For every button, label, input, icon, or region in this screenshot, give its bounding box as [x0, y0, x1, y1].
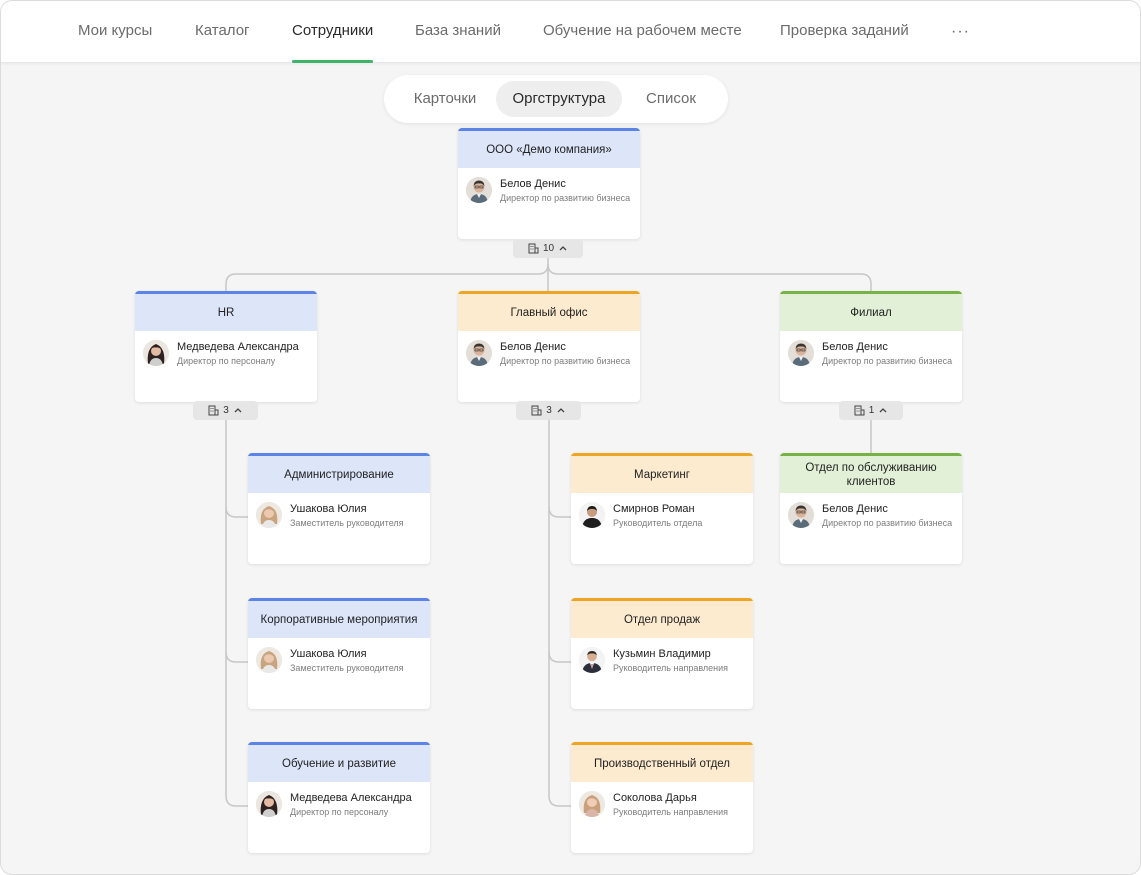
department-title: Филиал [780, 291, 962, 331]
avatar [143, 340, 169, 366]
avatar [466, 177, 492, 203]
avatar [788, 502, 814, 528]
org-card-marketing[interactable]: Маркетинг Смирнов Роман Руководитель отд… [571, 453, 753, 564]
department-title: Администрирование [248, 453, 430, 493]
department-title: Отдел продаж [571, 598, 753, 638]
hr-subunits-toggle[interactable]: 3 [193, 401, 258, 420]
main-office-subunits-toggle[interactable]: 3 [516, 401, 581, 420]
department-title: Корпоративные мероприятия [248, 598, 430, 638]
person-role: Директор по развитию бизнеса [822, 356, 953, 366]
org-card-root[interactable]: ООО «Демо компания» Белов Денис Директор… [458, 128, 640, 239]
chevron-up-icon [879, 408, 887, 413]
org-card-administration[interactable]: Администрирование Ушакова Юлия Заместите… [248, 453, 430, 564]
department-title: Маркетинг [571, 453, 753, 493]
person-name: Белов Денис [822, 341, 888, 353]
person-name: Ушакова Юлия [290, 648, 367, 660]
person-name: Белов Денис [822, 503, 888, 515]
department-title: ООО «Демо компания» [458, 128, 640, 168]
person-name: Медведева Александра [177, 341, 299, 353]
department-title: Обучение и развитие [248, 742, 430, 782]
avatar [579, 502, 605, 528]
person-role: Заместитель руководителя [290, 663, 404, 673]
person-role: Руководитель направления [613, 807, 729, 817]
subunit-count: 3 [546, 405, 552, 416]
person-role: Директор по развитию бизнеса [500, 193, 631, 203]
subunit-count: 1 [868, 405, 875, 416]
avatar [579, 647, 605, 673]
person-name: Смирнов Роман [613, 503, 695, 515]
chevron-up-icon [559, 246, 567, 251]
person-role: Руководитель отдела [613, 518, 703, 528]
building-icon [528, 243, 539, 254]
person-name: Белов Денис [500, 178, 566, 190]
subunit-count: 10 [542, 243, 555, 254]
person-role: Руководитель направления [613, 663, 729, 673]
org-card-customer-service[interactable]: Отдел по обслуживанию клиентов Белов Ден… [780, 453, 962, 564]
chevron-up-icon [234, 408, 242, 413]
person-role: Директор по развитию бизнеса [500, 356, 631, 366]
person-role: Заместитель руководителя [290, 518, 404, 528]
subunit-count: 3 [223, 405, 229, 416]
avatar [256, 502, 282, 528]
department-title: Отдел по обслуживанию клиентов [780, 453, 962, 493]
building-icon [531, 405, 542, 416]
building-icon [854, 405, 865, 416]
app-frame: Мои курсы Каталог Сотрудники База знаний… [0, 0, 1141, 875]
person-name: Соколова Дарья [613, 792, 697, 804]
avatar [256, 647, 282, 673]
root-subunits-toggle[interactable]: 10 [513, 239, 583, 258]
avatar [579, 791, 605, 817]
person-name: Белов Денис [500, 341, 566, 353]
avatar [466, 340, 492, 366]
building-icon [208, 405, 219, 416]
chevron-up-icon [557, 408, 565, 413]
person-role: Директор по персоналу [290, 807, 389, 817]
person-name: Медведева Александра [290, 792, 412, 804]
person-role: Директор по развитию бизнеса [822, 518, 953, 528]
org-card-sales[interactable]: Отдел продаж Кузьмин Владимир Руководите… [571, 598, 753, 709]
org-card-training[interactable]: Обучение и развитие Медведева Александра… [248, 742, 430, 853]
person-name: Ушакова Юлия [290, 503, 367, 515]
avatar [256, 791, 282, 817]
department-title: Производственный отдел [571, 742, 753, 782]
branch-subunits-toggle[interactable]: 1 [839, 401, 903, 420]
org-card-production[interactable]: Производственный отдел Соколова Дарья Ру… [571, 742, 753, 853]
org-card-hr[interactable]: HR Медведева Александра Директор по перс… [135, 291, 317, 402]
department-title: Главный офис [458, 291, 640, 331]
org-card-branch[interactable]: Филиал Белов Денис Директор по развитию … [780, 291, 962, 402]
person-role: Директор по персоналу [177, 356, 276, 366]
org-card-main-office[interactable]: Главный офис Белов Денис Директор по раз… [458, 291, 640, 402]
avatar [788, 340, 814, 366]
org-card-corporate-events[interactable]: Корпоративные мероприятия Ушакова Юлия З… [248, 598, 430, 709]
person-name: Кузьмин Владимир [613, 648, 711, 660]
department-title: HR [135, 291, 317, 331]
